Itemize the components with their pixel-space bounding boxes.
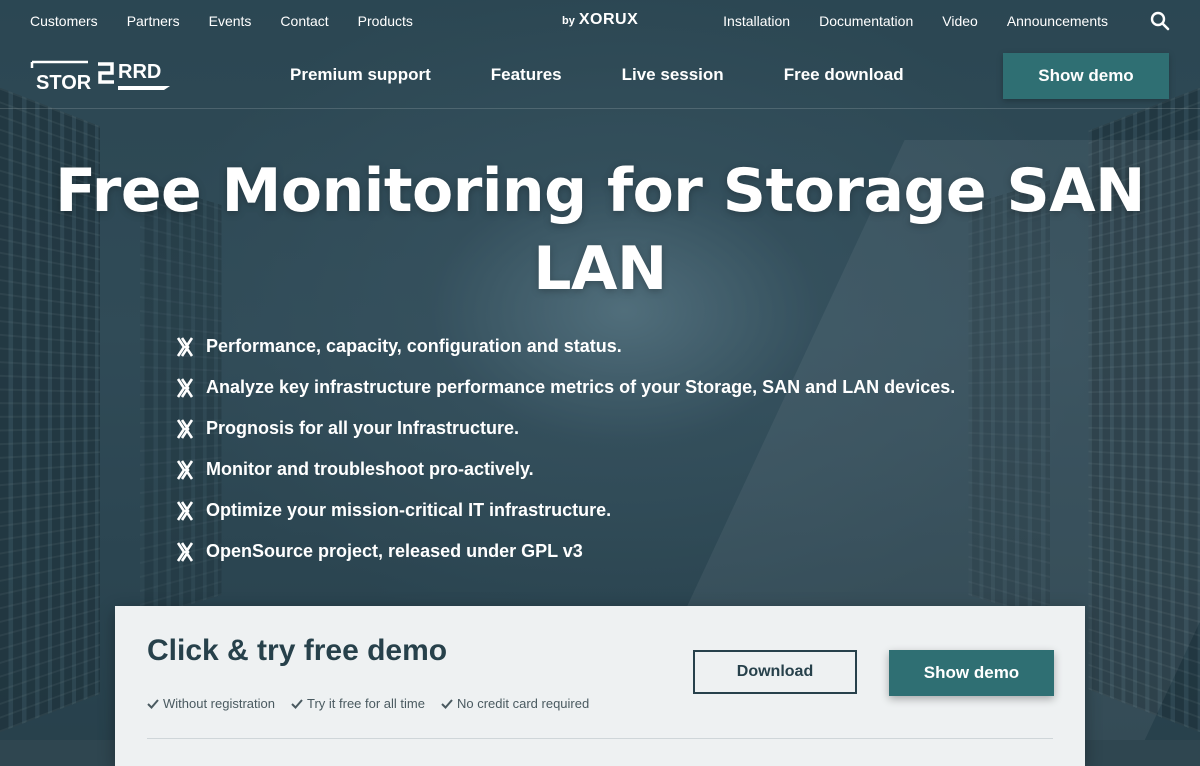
free-demo-card: Click & try free demo Without registrati… bbox=[115, 606, 1085, 766]
stor2rrd-logo[interactable]: STOR RRD bbox=[30, 56, 175, 96]
logo-text-rrd: RRD bbox=[118, 61, 161, 83]
xorux-x-icon bbox=[176, 378, 194, 398]
brand-by-text: by bbox=[562, 15, 575, 27]
cta-title: Click & try free demo bbox=[147, 634, 447, 668]
top-link-partners[interactable]: Partners bbox=[127, 13, 180, 29]
feature-text: Performance, capacity, configuration and… bbox=[206, 336, 622, 357]
feature-text: Optimize your mission-critical IT infras… bbox=[206, 500, 611, 521]
logo-text-stor: STOR bbox=[36, 72, 92, 94]
nav-live-session[interactable]: Live session bbox=[622, 65, 724, 85]
benefit-item: Without registration bbox=[147, 696, 275, 711]
feature-item: OpenSource project, released under GPL v… bbox=[176, 531, 955, 572]
xorux-x-icon bbox=[176, 337, 194, 357]
feature-text: OpenSource project, released under GPL v… bbox=[206, 541, 583, 562]
feature-item: Monitor and troubleshoot pro-actively. bbox=[176, 449, 955, 490]
top-link-customers[interactable]: Customers bbox=[30, 13, 98, 29]
card-divider bbox=[147, 738, 1053, 739]
feature-text: Monitor and troubleshoot pro-actively. bbox=[206, 459, 534, 480]
top-link-products[interactable]: Products bbox=[358, 13, 413, 29]
main-nav: STOR RRD Premium support Features Live s… bbox=[0, 42, 1200, 109]
nav-free-download[interactable]: Free download bbox=[784, 65, 904, 85]
top-bar: Customers Partners Events Contact Produc… bbox=[0, 0, 1200, 42]
feature-item: Prognosis for all your Infrastructure. bbox=[176, 408, 955, 449]
search-icon[interactable] bbox=[1150, 11, 1170, 31]
brand-name: XORUX bbox=[579, 11, 638, 29]
hero-title: Free Monitoring for Storage SAN LAN bbox=[0, 152, 1200, 308]
checkmark-icon bbox=[147, 698, 159, 710]
xorux-x-icon bbox=[176, 501, 194, 521]
top-link-announcements[interactable]: Announcements bbox=[1007, 13, 1108, 29]
download-button[interactable]: Download bbox=[693, 650, 857, 694]
xorux-x-icon bbox=[176, 419, 194, 439]
top-link-contact[interactable]: Contact bbox=[280, 13, 328, 29]
top-link-documentation[interactable]: Documentation bbox=[819, 13, 913, 29]
benefit-text: Without registration bbox=[163, 696, 275, 711]
top-nav-left: Customers Partners Events Contact Produc… bbox=[30, 13, 442, 29]
nav-premium-support[interactable]: Premium support bbox=[290, 65, 431, 85]
top-link-video[interactable]: Video bbox=[942, 13, 978, 29]
top-link-events[interactable]: Events bbox=[209, 13, 252, 29]
feature-item: Performance, capacity, configuration and… bbox=[176, 326, 955, 367]
benefit-item: Try it free for all time bbox=[291, 696, 425, 711]
nav-features[interactable]: Features bbox=[491, 65, 562, 85]
checkmark-icon bbox=[441, 698, 453, 710]
feature-item: Optimize your mission-critical IT infras… bbox=[176, 490, 955, 531]
xorux-brand-link[interactable]: by XORUX bbox=[562, 11, 638, 29]
feature-text: Analyze key infrastructure performance m… bbox=[206, 377, 955, 398]
feature-text: Prognosis for all your Infrastructure. bbox=[206, 418, 519, 439]
show-demo-nav-button[interactable]: Show demo bbox=[1003, 53, 1169, 99]
benefit-text: Try it free for all time bbox=[307, 696, 425, 711]
benefit-item: No credit card required bbox=[441, 696, 589, 711]
feature-item: Analyze key infrastructure performance m… bbox=[176, 367, 955, 408]
feature-list: Performance, capacity, configuration and… bbox=[176, 326, 955, 572]
primary-nav-links: Premium support Features Live session Fr… bbox=[290, 65, 964, 85]
xorux-x-icon bbox=[176, 460, 194, 480]
checkmark-icon bbox=[291, 698, 303, 710]
xorux-x-icon bbox=[176, 542, 194, 562]
show-demo-button[interactable]: Show demo bbox=[889, 650, 1054, 696]
top-link-installation[interactable]: Installation bbox=[723, 13, 790, 29]
top-nav-right: Installation Documentation Video Announc… bbox=[694, 13, 1108, 29]
benefit-text: No credit card required bbox=[457, 696, 589, 711]
cta-benefits: Without registration Try it free for all… bbox=[147, 696, 605, 711]
